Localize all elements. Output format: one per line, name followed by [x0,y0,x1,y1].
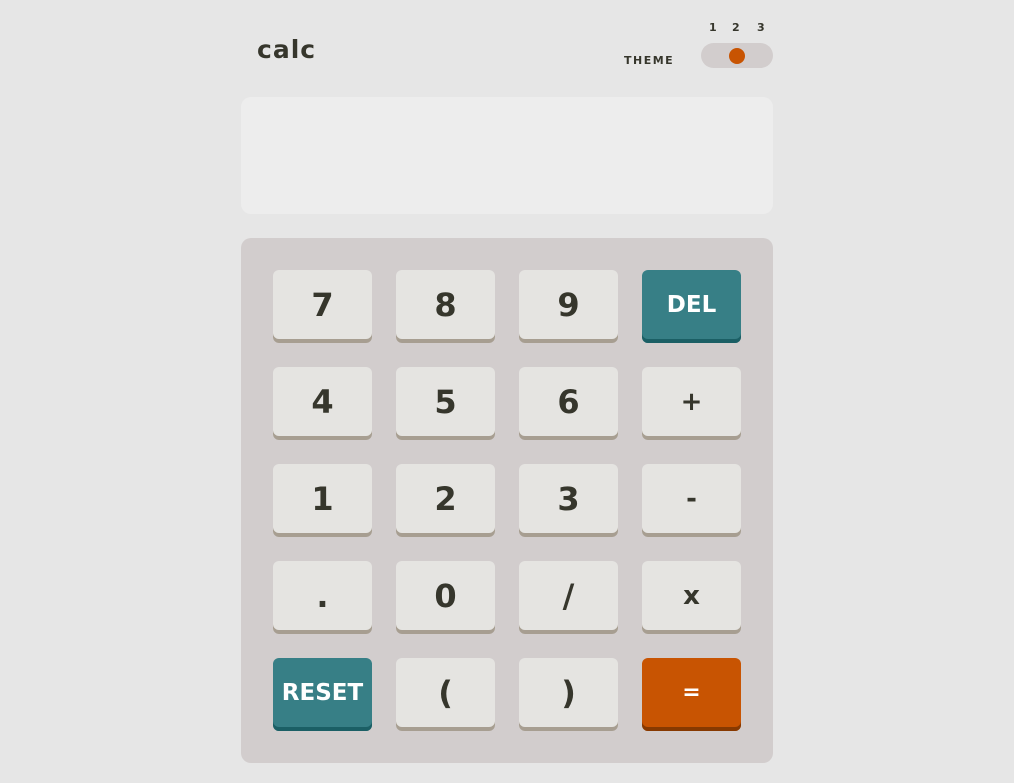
digit-4-key[interactable]: 4 [273,367,372,440]
calculator-display [241,97,773,214]
equals-key[interactable]: = [642,658,741,731]
digit-7-key[interactable]: 7 [273,270,372,343]
decimal-key[interactable]: . [273,561,372,634]
open-paren-key[interactable]: ( [396,658,495,731]
digit-2-key[interactable]: 2 [396,464,495,537]
theme-toggle[interactable] [701,43,773,68]
theme-label: THEME [624,54,675,67]
multiply-key[interactable]: x [642,561,741,634]
theme-option-3[interactable]: 3 [757,22,765,33]
header: calc THEME 1 2 3 [241,0,773,97]
plus-key[interactable]: + [642,367,741,440]
digit-8-key[interactable]: 8 [396,270,495,343]
theme-option-1[interactable]: 1 [709,22,717,33]
digit-9-key[interactable]: 9 [519,270,618,343]
digit-5-key[interactable]: 5 [396,367,495,440]
digit-6-key[interactable]: 6 [519,367,618,440]
reset-key[interactable]: RESET [273,658,372,731]
theme-toggle-knob[interactable] [729,48,745,64]
app-logo: calc [257,35,317,64]
delete-key[interactable]: DEL [642,270,741,343]
close-paren-key[interactable]: ) [519,658,618,731]
theme-option-2[interactable]: 2 [732,22,740,33]
digit-1-key[interactable]: 1 [273,464,372,537]
digit-0-key[interactable]: 0 [396,561,495,634]
calculator-app: calc THEME 1 2 3 7 8 9 DEL 4 5 6 +1 2 3-. 0/x RESET… [241,0,773,763]
theme-options: 1 2 3 [701,22,773,36]
minus-key[interactable]: - [642,464,741,537]
divide-key[interactable]: / [519,561,618,634]
digit-3-key[interactable]: 3 [519,464,618,537]
keypad: 7 8 9 DEL 4 5 6 +1 2 3-. 0 / x RESET () = [241,238,773,763]
